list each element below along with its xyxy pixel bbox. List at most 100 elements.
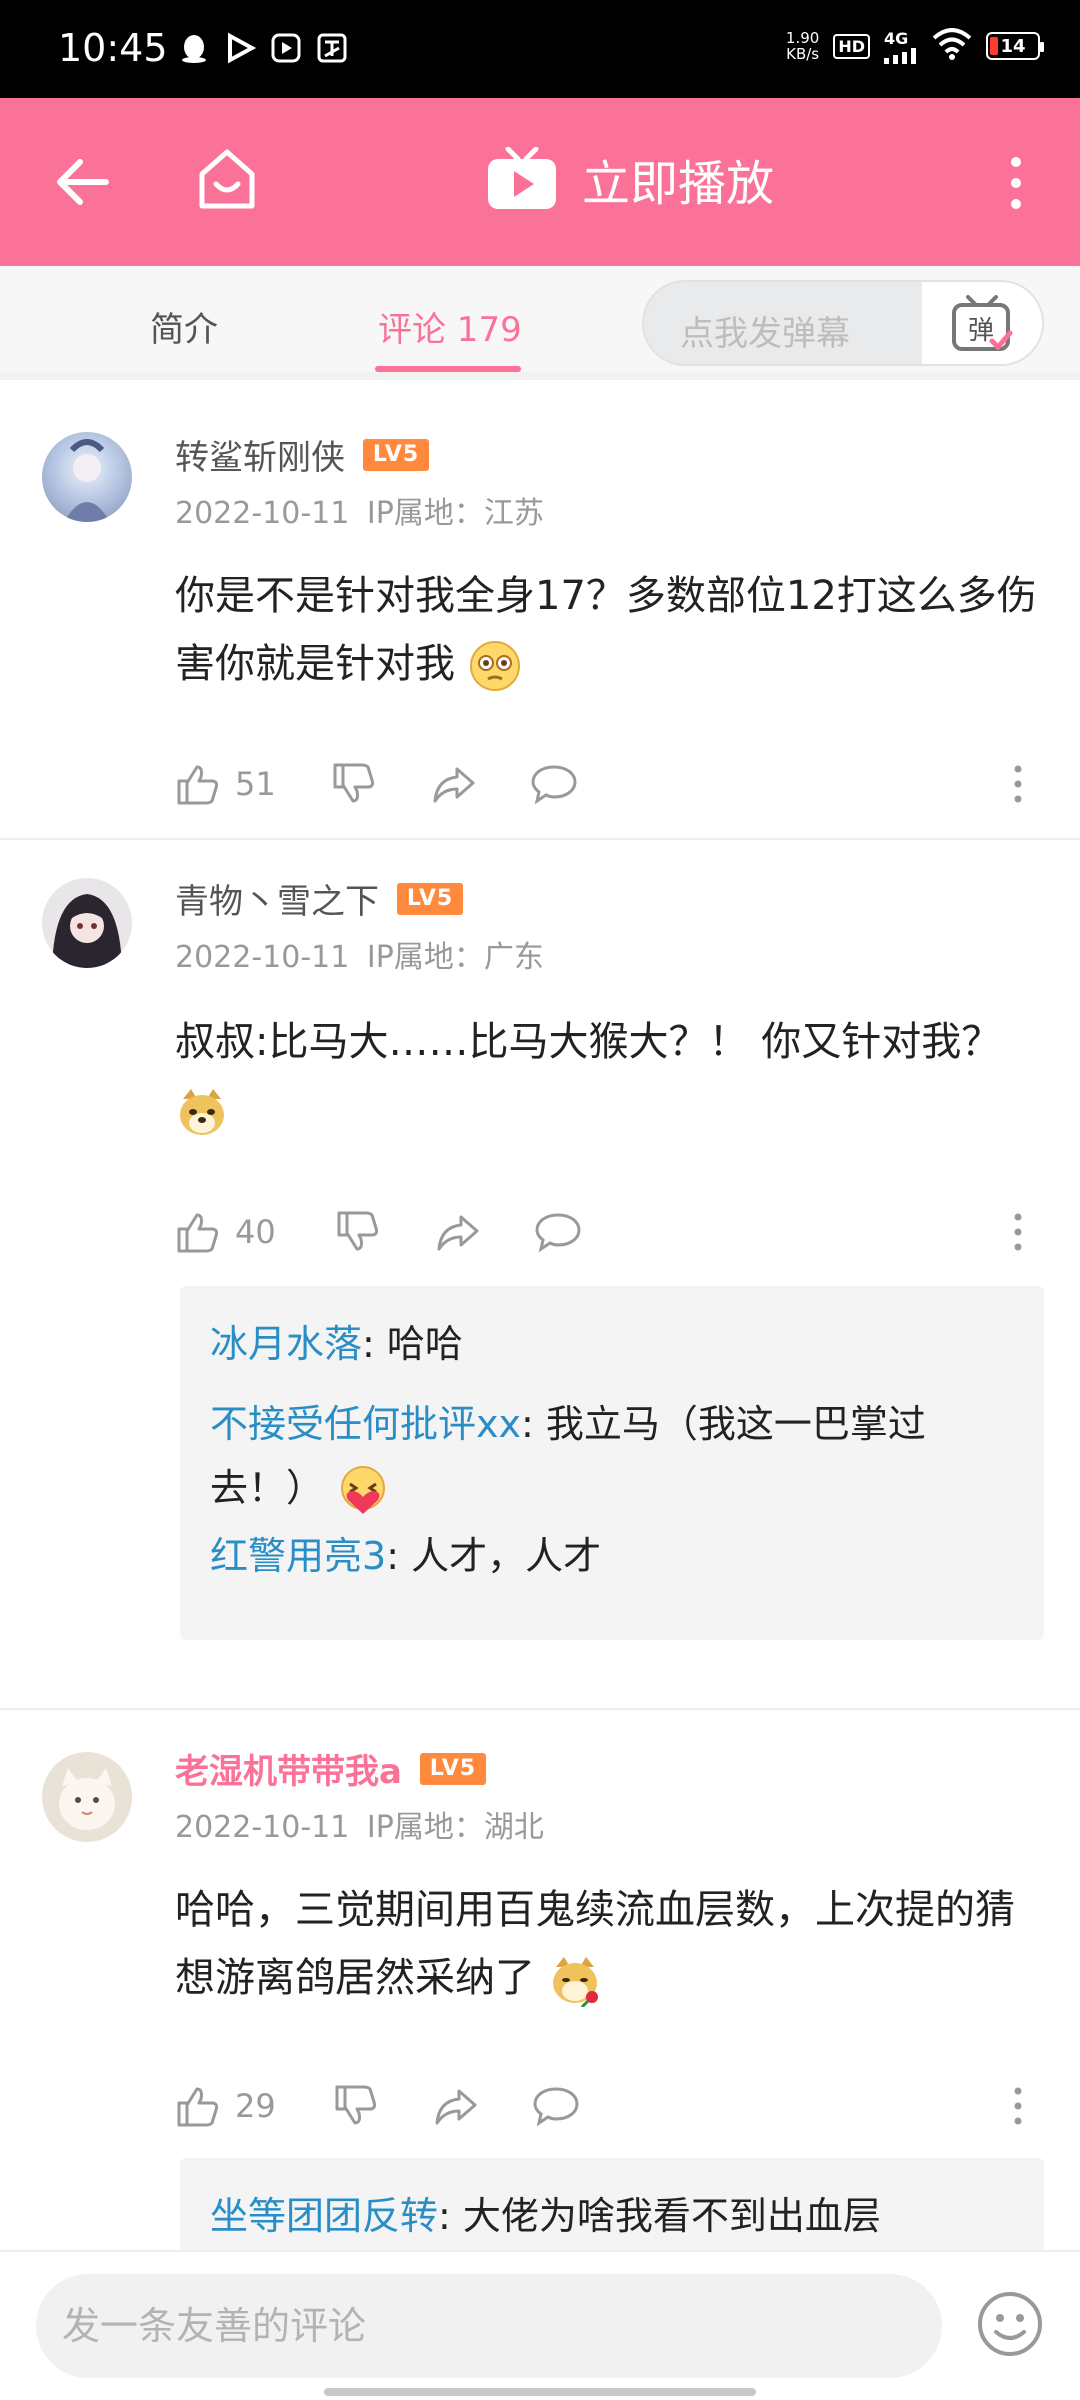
active-tab-indicator xyxy=(375,366,521,372)
danmaku-input[interactable]: 点我发弹幕 弹 xyxy=(642,280,1044,366)
tv-icon xyxy=(486,146,558,211)
username[interactable]: 转鲨斩刚侠 xyxy=(175,430,345,479)
status-time: 10:45 xyxy=(58,26,168,70)
tab-intro[interactable]: 简介 xyxy=(150,302,218,351)
tabs-row: 简介 评论 179 点我发弹幕 弹 xyxy=(0,266,1080,380)
reply-icon xyxy=(535,1213,581,1253)
wifi-icon xyxy=(932,28,972,64)
reply-item: 冰月水落: 哈哈 xyxy=(210,1312,1014,1376)
status-right: 1.90 KB/s HD 4G 14 xyxy=(786,28,1044,64)
share-button[interactable] xyxy=(431,754,477,814)
dislike-icon xyxy=(333,763,375,803)
reply-text: : 大佬为啥我看不到出血层 xyxy=(438,2194,881,2238)
avatar[interactable] xyxy=(42,1752,132,1842)
home-indicator xyxy=(324,2388,756,2396)
comment-ip: IP属地：广东 xyxy=(366,940,544,975)
dislike-button[interactable] xyxy=(335,1202,381,1262)
more-vertical-icon xyxy=(1014,1213,1022,1251)
comment-item: 转鲨斩刚侠 LV5 2022-10-11 IP属地：江苏 你是不是针对我全身17… xyxy=(0,396,1080,840)
comment-more-button[interactable] xyxy=(1011,1202,1025,1262)
reply-item: 坐等团团反转: 大佬为啥我看不到出血层 xyxy=(210,2184,1014,2248)
battery-icon: 14 xyxy=(986,32,1044,60)
comment-text-body: 叔叔:比马大……比马大猴大？！ 你又针对我？ xyxy=(175,1019,1002,1065)
reply-username[interactable]: 坐等团团反转 xyxy=(210,2194,438,2238)
reply-button[interactable] xyxy=(531,754,577,814)
like-count: 51 xyxy=(235,765,276,803)
emoji-button[interactable] xyxy=(976,2290,1044,2358)
like-icon xyxy=(177,1213,219,1253)
avatar[interactable] xyxy=(42,432,132,522)
comment-more-button[interactable] xyxy=(1011,2076,1025,2136)
reply-username[interactable]: 冰月水落 xyxy=(210,1322,362,1366)
like-button[interactable]: 40 xyxy=(175,1202,276,1262)
comment-bar: 发一条友善的评论 xyxy=(0,2250,1080,2400)
comment-ip: IP属地：湖北 xyxy=(366,1810,544,1845)
tab-comments[interactable]: 评论 179 xyxy=(378,302,522,351)
username[interactable]: 青物丶雪之下 xyxy=(175,874,379,923)
username[interactable]: 老湿机带带我a xyxy=(175,1744,402,1793)
comment-text: 你是不是针对我全身17？多数部位12打这么多伤害你就是针对我 xyxy=(175,562,1045,698)
comment-actions: 29 xyxy=(175,2076,1025,2136)
app-notification-icon xyxy=(316,32,348,64)
reply-text: : 人才，人才 xyxy=(386,1534,602,1578)
avatar[interactable] xyxy=(42,878,132,968)
dizzy-face-emoji-icon xyxy=(468,639,522,693)
danmaku-placeholder: 点我发弹幕 xyxy=(680,314,850,354)
dislike-button[interactable] xyxy=(331,754,377,814)
reply-username[interactable]: 不接受任何批评xx xyxy=(210,1402,521,1446)
level-badge: LV5 xyxy=(363,438,429,471)
home-icon[interactable] xyxy=(192,144,262,214)
reply-preview-box[interactable]: 坐等团团反转: 大佬为啥我看不到出血层 xyxy=(180,2158,1044,2250)
dislike-icon xyxy=(335,2085,377,2125)
play-notification-icon xyxy=(224,32,257,64)
reply-preview-box[interactable]: 冰月水落: 哈哈 不接受任何批评xx: 我立马（我这一巴掌过去！） 红警用亮3:… xyxy=(180,1286,1044,1640)
like-count: 29 xyxy=(235,2087,276,2125)
dislike-icon xyxy=(337,1211,379,1251)
more-vertical-icon xyxy=(1014,765,1022,803)
comment-date: 2022-10-11 xyxy=(175,940,350,975)
heart-hug-emoji-icon xyxy=(336,1464,390,1518)
share-icon xyxy=(435,2089,477,2125)
more-icon[interactable] xyxy=(1006,156,1026,210)
video-notification-icon xyxy=(270,32,302,64)
level-badge: LV5 xyxy=(419,1752,486,1785)
danmaku-toggle-button[interactable]: 弹 xyxy=(922,282,1042,364)
comment-more-button[interactable] xyxy=(1011,754,1025,814)
reply-item: 不接受任何批评xx: 我立马（我这一巴掌过去！） xyxy=(210,1392,1014,1520)
emoji-icon xyxy=(978,2292,1042,2356)
more-vertical-icon xyxy=(1014,2087,1022,2125)
notification-icons xyxy=(178,32,348,64)
reply-button[interactable] xyxy=(535,1202,581,1262)
cell-signal-icon: 4G xyxy=(884,29,918,64)
username-row: 转鲨斩刚侠 LV5 xyxy=(175,430,429,479)
like-button[interactable]: 29 xyxy=(175,2076,276,2136)
share-button[interactable] xyxy=(433,2076,479,2136)
play-now-button[interactable]: 立即播放 xyxy=(486,144,774,214)
comment-input[interactable]: 发一条友善的评论 xyxy=(36,2274,942,2378)
speed-value: 1.90 xyxy=(785,29,820,47)
comment-date: 2022-10-11 xyxy=(175,1810,350,1845)
username-row: 老湿机带带我a LV5 xyxy=(175,1744,486,1793)
reply-icon xyxy=(533,2087,579,2127)
network-speed: 1.90 KB/s xyxy=(786,30,819,62)
comment-date: 2022-10-11 xyxy=(175,496,350,531)
comment-text: 哈哈，三觉期间用百鬼续流血层数，上次提的猜想游离鸽居然采纳了 xyxy=(175,1876,1045,2012)
like-icon xyxy=(177,2087,219,2127)
username-row: 青物丶雪之下 LV5 xyxy=(175,874,463,923)
danmaku-icon: 弹 xyxy=(952,295,1013,351)
share-icon xyxy=(437,1215,479,1251)
like-button[interactable]: 51 xyxy=(175,754,276,814)
comment-item: 老湿机带带我a LV5 2022-10-11 IP属地：湖北 哈哈，三觉期间用百… xyxy=(0,1710,1080,2250)
comment-actions: 40 xyxy=(175,1202,1025,1262)
share-button[interactable] xyxy=(435,1202,481,1262)
reply-item: 红警用亮3: 人才，人才 xyxy=(210,1524,1014,1588)
reply-username[interactable]: 红警用亮3 xyxy=(210,1534,386,1578)
share-icon xyxy=(433,767,475,803)
reply-button[interactable] xyxy=(533,2076,579,2136)
speed-unit: KB/s xyxy=(786,45,820,63)
dislike-button[interactable] xyxy=(333,2076,379,2136)
reply-icon xyxy=(531,765,577,805)
status-bar: 10:45 1.90 KB/s HD 4G 14 xyxy=(0,0,1080,98)
back-icon[interactable] xyxy=(52,150,116,214)
battery-level: 14 xyxy=(1000,35,1026,57)
